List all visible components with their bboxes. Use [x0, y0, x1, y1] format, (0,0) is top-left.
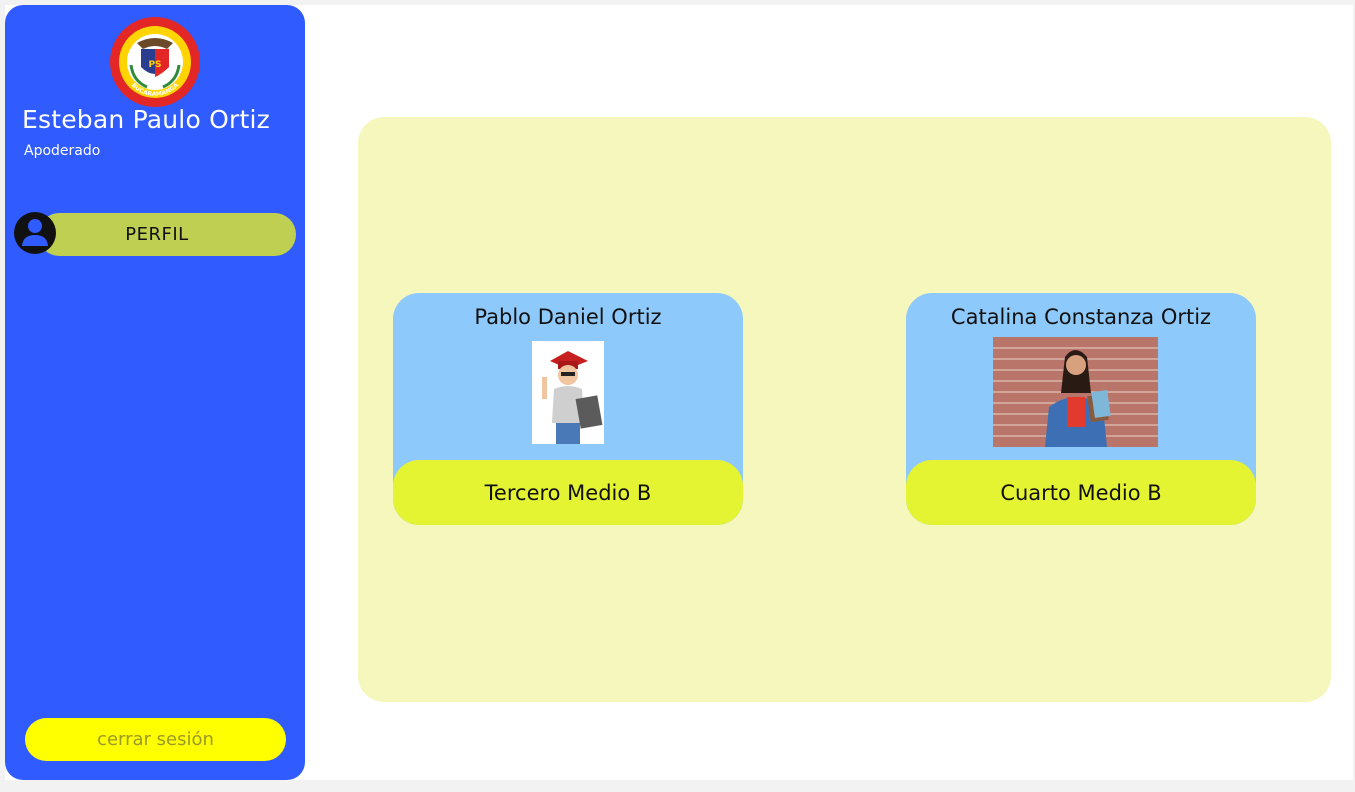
user-circle-icon[interactable] — [13, 211, 57, 255]
student-name: Catalina Constanza Ortiz — [950, 305, 1212, 329]
profile-button-label: PERFIL — [125, 224, 189, 245]
student-grade: Cuarto Medio B — [906, 460, 1256, 525]
svg-text:PS: PS — [148, 60, 161, 70]
school-logo: PS COLEGIO SAN PEDRO CLAVER BUCARAMANGA — [110, 17, 200, 107]
student-card-2[interactable]: Catalina Constanza Ortiz Cuarto Medio B — [906, 293, 1256, 525]
user-name: Esteban Paulo Ortiz — [22, 105, 270, 134]
student-grade: Tercero Medio B — [393, 460, 743, 525]
student-name: Pablo Daniel Ortiz — [474, 305, 662, 329]
profile-button[interactable]: PERFIL — [38, 213, 296, 256]
student-photo — [993, 337, 1158, 447]
logout-button[interactable]: cerrar sesión — [25, 718, 286, 761]
user-role: Apoderado — [24, 143, 101, 159]
sidebar: PS COLEGIO SAN PEDRO CLAVER BUCARAMANGA … — [5, 5, 305, 780]
student-photo — [532, 341, 604, 444]
student-card-1[interactable]: Pablo Daniel Ortiz Tercero Medio B — [393, 293, 743, 525]
